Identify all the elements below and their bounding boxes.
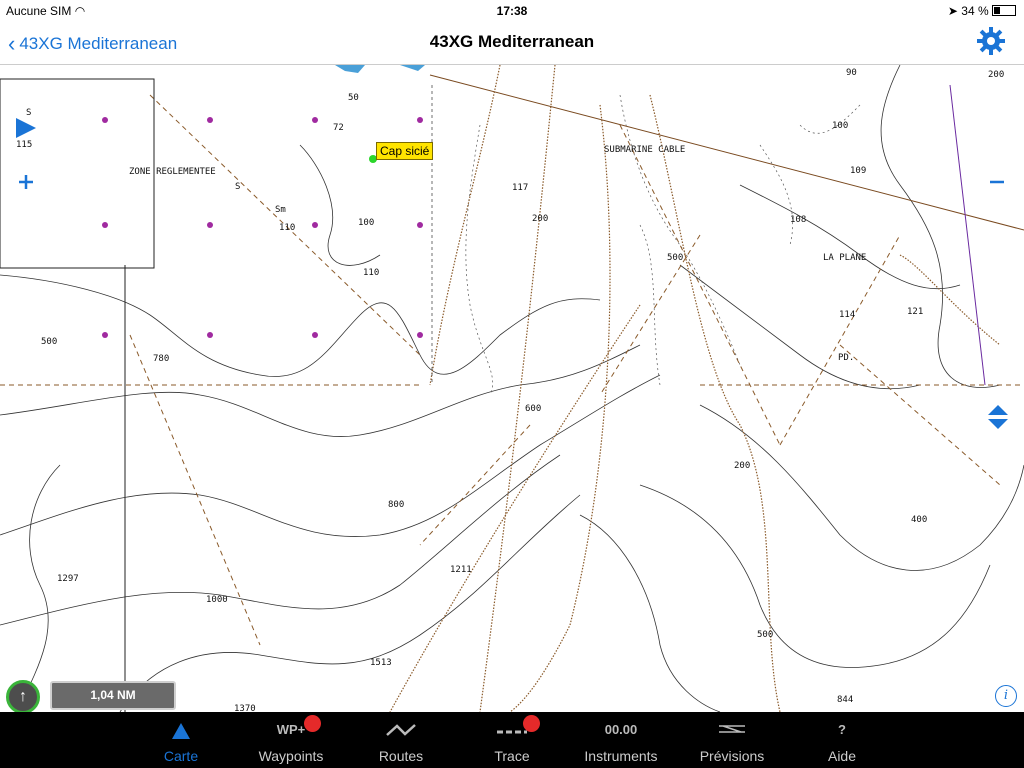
- scale-bar: 1,04 NM: [50, 681, 176, 710]
- depth-sounding: 400: [911, 515, 928, 525]
- depth-sounding: 100: [358, 218, 375, 228]
- depth-sounding: 121: [907, 307, 924, 317]
- depth-sounding: 200: [532, 214, 549, 224]
- depth-sounding: 72: [333, 123, 344, 133]
- expand-vertical-icon[interactable]: [986, 403, 1010, 431]
- waypoint-add-icon: WP+: [276, 722, 306, 737]
- depth-sounding: 100: [832, 121, 849, 131]
- trace-dashed-icon: [457, 722, 567, 742]
- tab-routes[interactable]: Routes: [346, 712, 456, 768]
- depth-sounding: 90: [846, 68, 857, 78]
- depth-sounding: 110: [279, 223, 296, 233]
- depth-sounding: 200: [734, 461, 751, 471]
- depth-sounding: 109: [850, 166, 867, 176]
- chart-lines: [0, 65, 1024, 712]
- depth-sounding: 1211: [450, 565, 472, 575]
- tab-carte[interactable]: Carte: [126, 712, 236, 768]
- seabed-marker: Sm: [275, 205, 286, 215]
- depth-sounding: 500: [41, 337, 58, 347]
- tab-bar: Carte WP+ Waypoints Routes Trace 00.00 I…: [0, 712, 1024, 768]
- info-button[interactable]: i: [995, 685, 1017, 707]
- depth-sounding: 114: [839, 310, 856, 320]
- depth-sounding: 844: [837, 695, 854, 705]
- navigation-bar: ‹ 43XG Mediterranean 43XG Mediterranean: [0, 22, 1024, 65]
- cable-label: SUBMARINE CABLE: [604, 145, 686, 155]
- depth-sounding: 108: [790, 215, 807, 225]
- depth-sounding: 500: [667, 253, 684, 263]
- depth-sounding: 50: [348, 93, 359, 103]
- status-time: 17:38: [496, 4, 528, 18]
- pd-label: PD.: [838, 353, 855, 363]
- depth-sounding: 800: [388, 500, 405, 510]
- depth-sounding: 115: [16, 140, 33, 150]
- depth-sounding: 780: [153, 354, 170, 364]
- waypoint-label[interactable]: Cap sicié: [376, 142, 434, 160]
- play-arrow-icon[interactable]: [14, 116, 38, 140]
- depth-sounding: 1000: [206, 595, 228, 605]
- route-line-icon: [346, 722, 456, 742]
- zoom-out-icon[interactable]: [988, 173, 1006, 191]
- tab-aide[interactable]: ? Aide: [787, 712, 897, 768]
- location-arrow-icon: ➤: [947, 4, 958, 18]
- depth-sounding: 600: [525, 404, 542, 414]
- tab-instruments[interactable]: 00.00 Instruments: [566, 712, 676, 768]
- page-title: 43XG Mediterranean: [429, 32, 595, 51]
- zone-label: ZONE REGLEMENTEE: [129, 167, 216, 177]
- chart-triangle-icon: [126, 722, 236, 742]
- tab-previsions[interactable]: Prévisions: [677, 712, 787, 768]
- tab-waypoints[interactable]: WP+ Waypoints: [236, 712, 346, 768]
- depth-sounding: 1370: [234, 704, 256, 712]
- depth-sounding: 117: [512, 183, 529, 193]
- depth-sounding: 1513: [370, 658, 392, 668]
- notification-badge: [523, 715, 540, 732]
- battery-status: ➤ 34 %: [948, 4, 1016, 18]
- nautical-chart[interactable]: ZONE REGLEMENTEE SUBMARINE CABLE LA PLAN…: [0, 65, 1024, 712]
- status-bar: Aucune SIM ◠ 17:38 ➤ 34 %: [0, 0, 1024, 22]
- plane-label: LA PLANE: [823, 253, 867, 263]
- depth-sounding: 500: [757, 630, 774, 640]
- help-question-icon: ?: [838, 722, 846, 737]
- instruments-icon: 00.00: [604, 722, 638, 737]
- zoom-in-icon[interactable]: [17, 173, 35, 191]
- north-up-button[interactable]: ↑: [6, 680, 40, 712]
- battery-icon: [992, 5, 1016, 16]
- arrow-up-icon: ↑: [19, 688, 27, 705]
- depth-sounding: 1297: [57, 574, 79, 584]
- seabed-marker: S: [235, 182, 241, 192]
- depth-sounding: 200: [988, 70, 1005, 80]
- forecast-icon: [677, 722, 787, 742]
- settings-gear-icon[interactable]: [976, 26, 1006, 56]
- tab-trace[interactable]: Trace: [457, 712, 567, 768]
- depth-sounding: 110: [363, 268, 380, 278]
- notification-badge: [304, 715, 321, 732]
